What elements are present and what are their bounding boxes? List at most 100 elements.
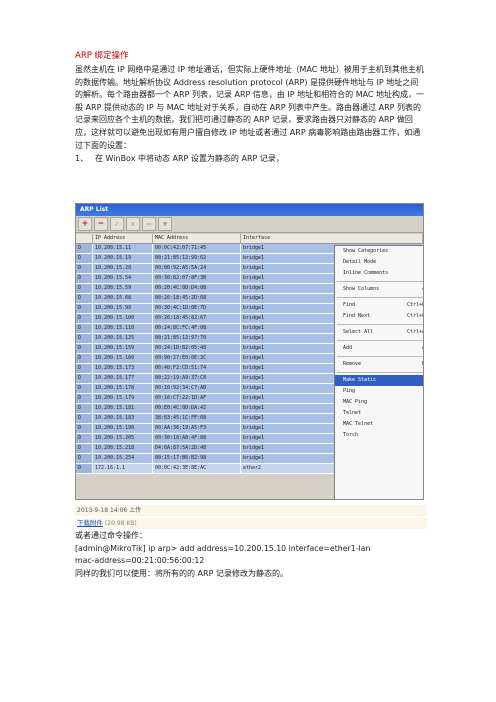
ip-address-cell: 10.200.15.254 (93, 454, 153, 463)
menu-item-label: Telnet (343, 410, 362, 416)
window-title: ARP List (76, 204, 423, 216)
menu-item-shortcut: ▸ (422, 284, 423, 295)
menu-item-label: Find Next (343, 313, 371, 319)
row-flag: D (76, 244, 93, 253)
remove-icon[interactable]: − (94, 217, 108, 231)
row-flag: D (76, 394, 93, 403)
menu-item-label: Inline Comments (343, 270, 389, 276)
toolbar: + − ✓ ✕ ▭ ▼ (76, 216, 423, 233)
col-flag[interactable] (76, 234, 93, 243)
attachment-bar: 下载附件 (20.98 KB) (75, 518, 427, 529)
ip-address-cell: 10.200.15.19 (93, 254, 153, 263)
mac-address-cell: 00:20:4C:0D:D4:08 (153, 284, 241, 293)
filter-icon[interactable]: ▼ (158, 217, 172, 231)
row-flag: D (76, 334, 93, 343)
after-section: 或者通过命令操作： [admin@MikroTik] ip arp> add a… (75, 530, 430, 580)
ip-address-cell: 10.200.15.159 (93, 344, 153, 353)
disable-icon[interactable]: ✕ (126, 217, 140, 231)
closing-note: 同样的我们可以使用：将所有的的 ARP 记录修改为静态的。 (75, 568, 288, 578)
ip-address-cell: 10.200.15.190 (93, 424, 153, 433)
col-mac[interactable]: MAC Address (153, 234, 241, 243)
row-flag: D (76, 344, 93, 353)
mac-address-cell: 00:40:F2:CD:51:74 (153, 364, 241, 373)
ip-address-cell: 10.200.15.110 (93, 324, 153, 333)
mac-address-cell: 00:26:18:45:2D:68 (153, 294, 241, 303)
menu-item-shortcut: A (422, 343, 423, 354)
mac-address-cell: 00:0C:42:07:71:45 (153, 244, 241, 253)
article-title: ARP 绑定操作 (75, 51, 129, 61)
row-flag: D (76, 454, 93, 463)
menu-item-make-static[interactable]: Make Static (335, 375, 423, 386)
menu-item-shortcut: Ctrl+G (406, 313, 424, 319)
ip-address-cell: 10.200.15.54 (93, 274, 153, 283)
menu-item-label: Show Columns (343, 286, 380, 292)
mac-address-cell: 00:21:85:12:97:70 (153, 334, 241, 343)
menu-item-label: Add (343, 345, 353, 351)
menu-separator (337, 297, 423, 298)
menu-item-label: Show Categories (343, 248, 389, 254)
step-1: 1、 在 WinBox 中将动态 ARP 设置为静态的 ARP 记录， (75, 153, 425, 166)
menu-item-label: Make Static (343, 377, 377, 383)
context-menu: Show Categories Detail Mode Inline Comment… (334, 245, 424, 499)
col-interface[interactable]: Interface (241, 234, 423, 243)
menu-item-label: MAC Ping (343, 399, 368, 405)
menu-item-mac-ping[interactable]: MAC Ping (335, 397, 423, 408)
row-flag: D (76, 254, 93, 263)
download-link[interactable]: 下载附件 (77, 519, 103, 527)
menu-item-label: MAC Telnet (343, 421, 374, 427)
menu-item-detail-mode[interactable]: Detail Mode (335, 257, 423, 268)
mac-address-cell: 00:15:17:B6:B2:98 (153, 454, 241, 463)
ip-address-cell: 10.200.15.183 (93, 414, 153, 423)
mac-address-cell: 00:00:92:A5:5A:24 (153, 264, 241, 273)
ip-address-cell: 10.200.15.178 (93, 384, 153, 393)
menu-item-remove[interactable]: Remove R (335, 359, 423, 370)
mac-address-cell: 00:24:1D:B2:05:48 (153, 344, 241, 353)
step-text: 在 WinBox 中将动态 ARP 设置为静态的 ARP 记录， (95, 154, 284, 164)
menu-item-label: Detail Mode (343, 259, 377, 265)
mac-address-cell: 00:30:82:07:8F:3B (153, 274, 241, 283)
menu-item-find[interactable]: Find Ctrl+F (335, 300, 424, 311)
row-flag: D (76, 414, 93, 423)
menu-item-inline-comments[interactable]: Inline Comments (335, 268, 423, 279)
menu-item-show-columns[interactable]: Show Columns ▸ (335, 284, 423, 295)
row-flag: D (76, 324, 93, 333)
mac-address-cell: D4:6A:87:5A:2D:48 (153, 444, 241, 453)
mac-address-cell: 00:30:18:A8:4F:88 (153, 434, 241, 443)
row-flag: D (76, 354, 93, 363)
mac-address-cell: 38:83:45:1C:FF:08 (153, 414, 241, 423)
mac-address-cell: 00:16:C7:22:1D:AF (153, 394, 241, 403)
menu-separator (337, 356, 423, 357)
enable-icon[interactable]: ✓ (110, 217, 124, 231)
ip-address-cell: 10.200.15.218 (93, 444, 153, 453)
ip-address-cell: 172.16.1.1 (93, 464, 153, 473)
menu-item-shortcut: Ctrl+F (406, 302, 424, 308)
intro-paragraph: 虽然主机在 IP 网络中是通过 IP 地址通话，但实际上硬件地址（MAC 地址）… (75, 65, 425, 150)
menu-item-label: Ping (343, 388, 356, 394)
menu-item-label: Find (343, 302, 356, 308)
add-icon[interactable]: + (78, 217, 92, 231)
menu-item-ping[interactable]: Ping (335, 386, 423, 397)
menu-item-mac-telnet[interactable]: MAC Telnet (335, 419, 423, 430)
menu-item-label: Torch (343, 432, 359, 438)
menu-item-select-all[interactable]: Select All Ctrl+A (335, 327, 424, 338)
cli-command-line1: [admin@MikroTik] ip arp> add address=10.… (75, 543, 371, 553)
table-header: IP Address MAC Address Interface (76, 234, 423, 244)
ip-address-cell: 10.200.15.179 (93, 394, 153, 403)
menu-item-find-next[interactable]: Find Next Ctrl+G (335, 311, 424, 322)
row-flag: D (76, 294, 93, 303)
row-flag: D (76, 264, 93, 273)
mac-address-cell: 00:90:27:E0:0E:3C (153, 354, 241, 363)
menu-item-show-categories[interactable]: Show Categories (335, 246, 423, 257)
attachment-size: (20.98 KB) (104, 520, 137, 527)
row-flag: D (76, 424, 93, 433)
winbox-screenshot: ARP List + − ✓ ✕ ▭ ▼ IP Address MAC Addr… (75, 203, 424, 500)
menu-item-telnet[interactable]: Telnet (335, 408, 423, 419)
ip-address-cell: 10.200.15.20 (93, 264, 153, 273)
menu-item-torch[interactable]: Torch (335, 430, 423, 441)
menu-separator (337, 324, 423, 325)
col-ip[interactable]: IP Address (93, 234, 153, 243)
menu-item-add[interactable]: Add A (335, 343, 423, 354)
ip-address-cell: 10.200.15.99 (93, 304, 153, 313)
comment-icon[interactable]: ▭ (142, 217, 156, 231)
menu-item-shortcut: Ctrl+A (406, 329, 424, 335)
